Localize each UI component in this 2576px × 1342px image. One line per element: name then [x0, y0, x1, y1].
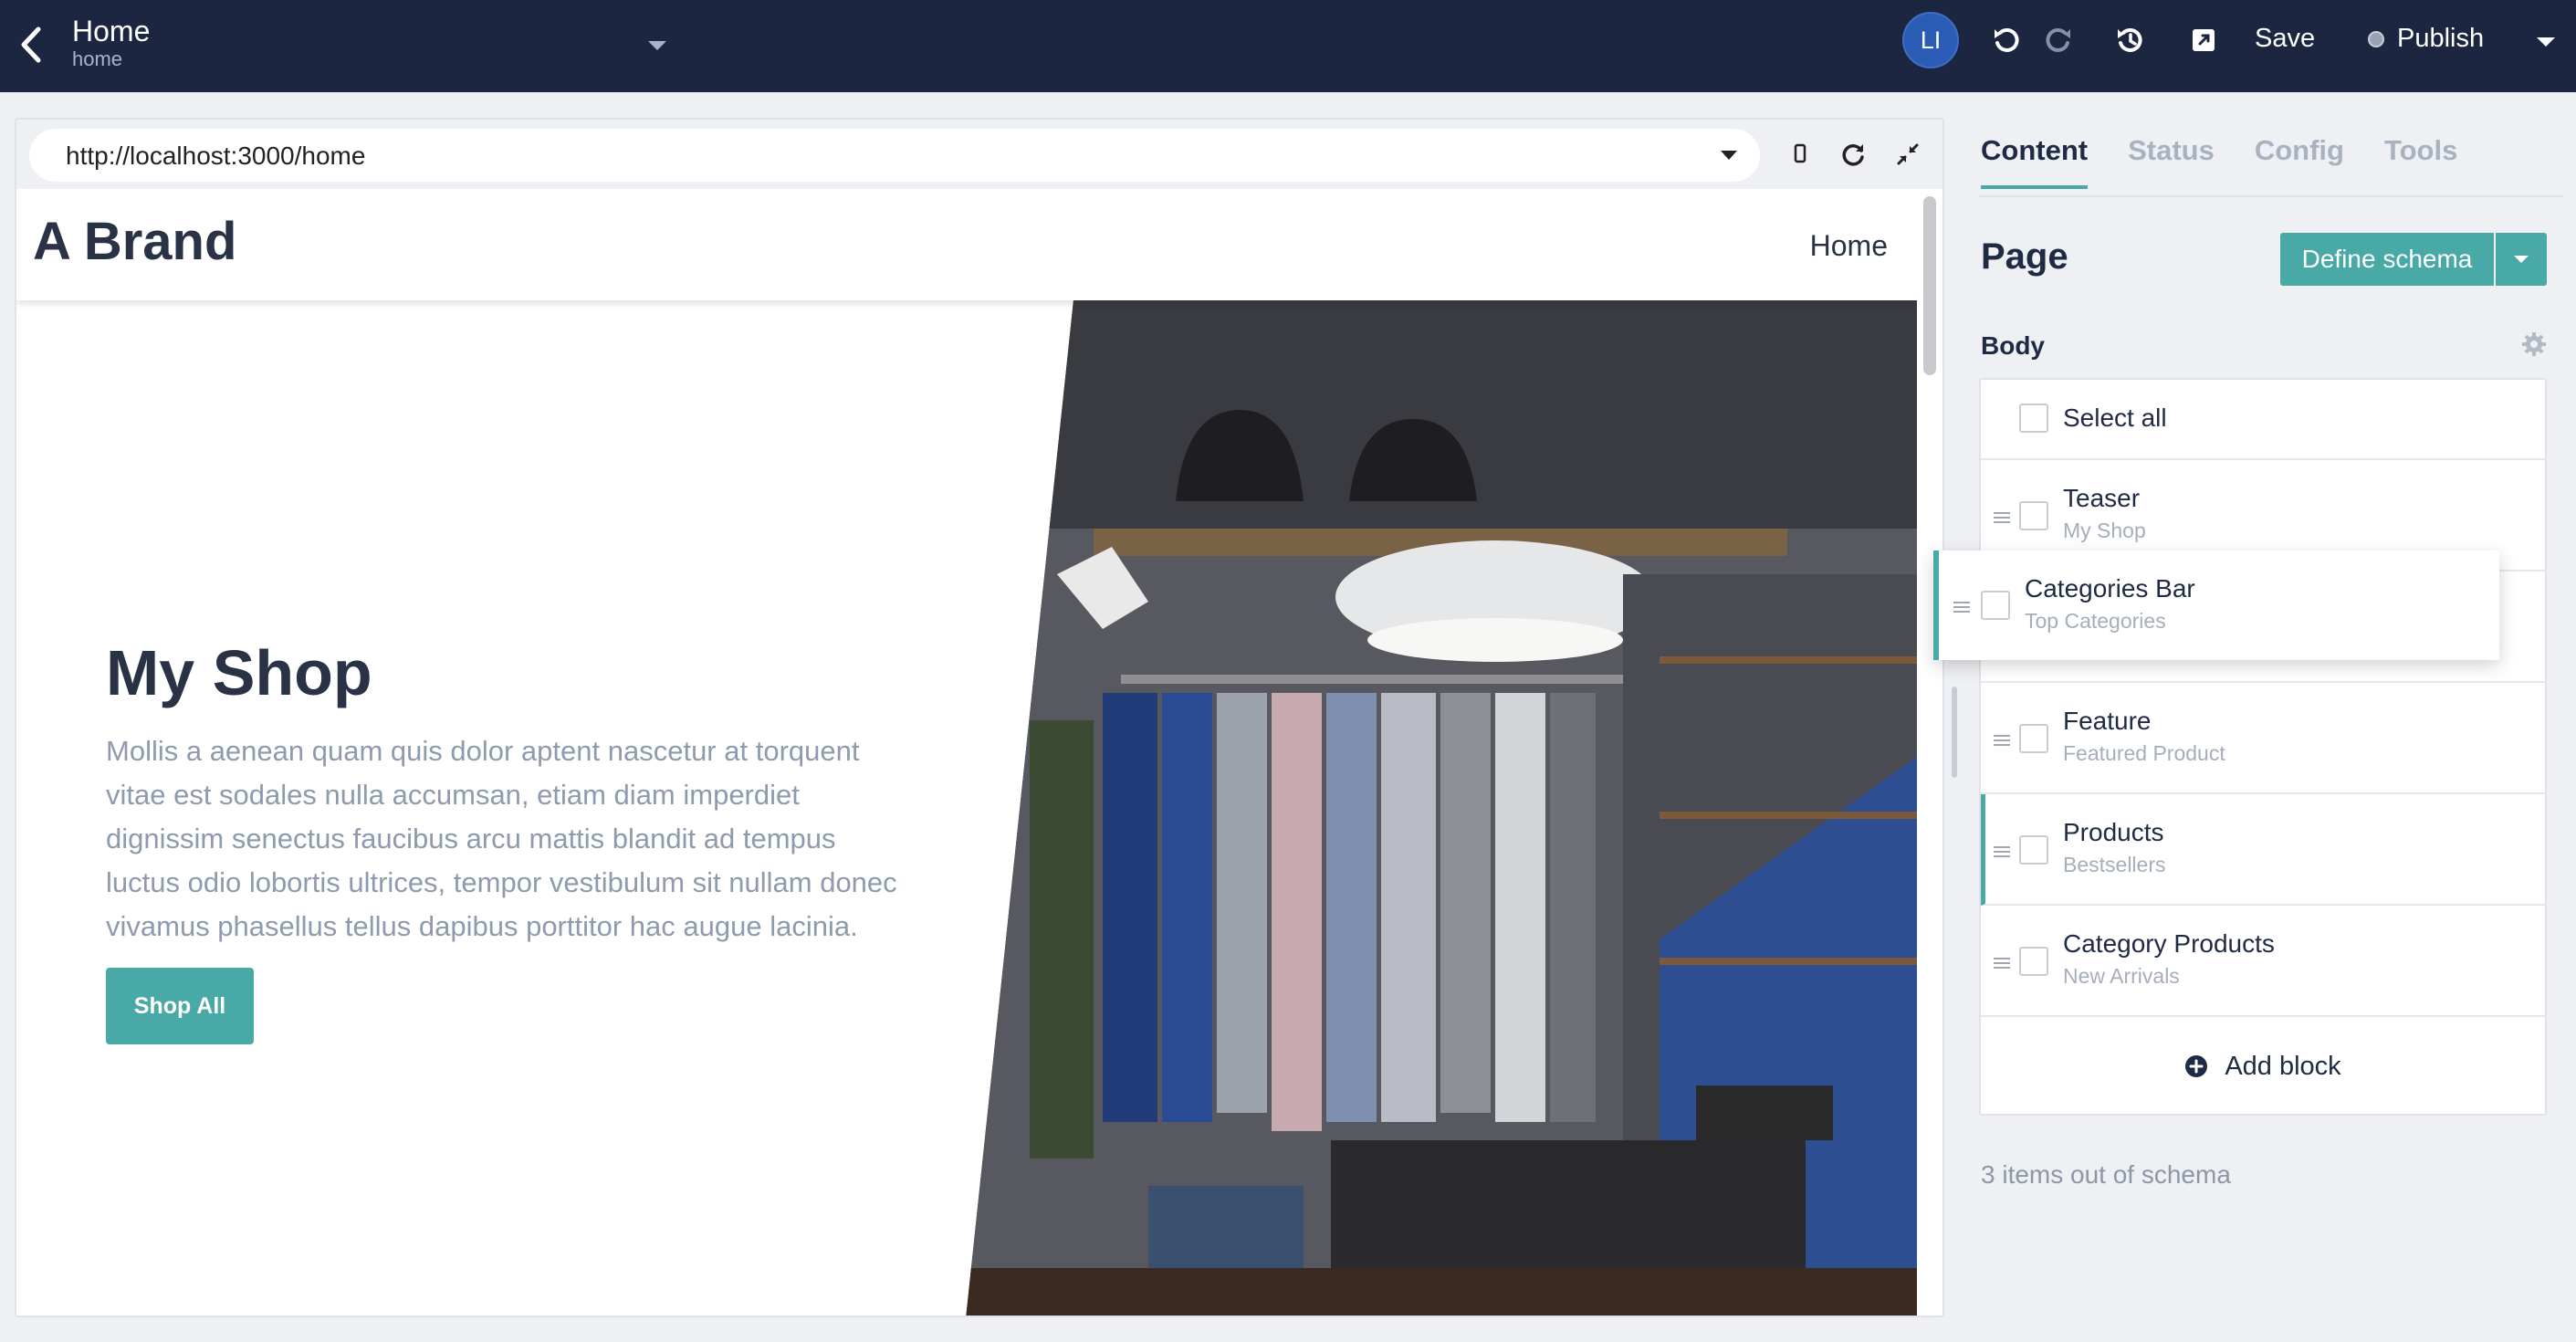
- block-label: Category Products: [2063, 929, 2275, 958]
- redo-icon[interactable]: [2040, 22, 2077, 58]
- tab-config[interactable]: Config: [2255, 134, 2344, 189]
- site-header: A Brand Home: [16, 189, 1917, 300]
- block-label: Categories Bar: [2025, 574, 2195, 603]
- select-all-row[interactable]: Select all: [1981, 380, 2545, 460]
- block-subtitle: Featured Product: [2063, 741, 2225, 765]
- page-slug: home: [72, 47, 123, 70]
- tabs-divider: [1979, 195, 2563, 197]
- mobile-icon[interactable]: [1782, 136, 1818, 173]
- add-block-label: Add block: [2225, 1051, 2341, 1081]
- back-icon[interactable]: [13, 24, 49, 66]
- scrollbar-thumb[interactable]: [1923, 196, 1936, 375]
- select-all-label: Select all: [2063, 404, 2167, 432]
- status-dot-icon: [2368, 30, 2384, 47]
- block-label: Teaser: [2063, 484, 2141, 512]
- tab-status[interactable]: Status: [2128, 134, 2215, 189]
- chevron-down-icon[interactable]: [2534, 33, 2558, 51]
- dragging-block[interactable]: Categories Bar Top Categories: [1933, 550, 2499, 660]
- site-preview: A Brand Home My Shop Mollis a aenean qua…: [16, 189, 1917, 1316]
- drag-handle-icon[interactable]: [1994, 734, 2010, 747]
- block-checkbox[interactable]: [2019, 835, 2048, 865]
- chevron-down-icon[interactable]: [644, 37, 670, 55]
- block-checkbox[interactable]: [2019, 501, 2048, 530]
- page-title: Home: [72, 15, 151, 47]
- save-button[interactable]: Save: [2255, 24, 2315, 54]
- panel-scrollbar[interactable]: [1952, 687, 1957, 778]
- hero-text: Mollis a aenean quam quis dolor aptent n…: [106, 735, 897, 942]
- block-list: Select all Teaser My Shop Feature Featur…: [1979, 378, 2547, 1116]
- history-icon[interactable]: [2112, 22, 2149, 58]
- top-bar: Home home LI Save Publish: [0, 0, 2576, 92]
- select-all-checkbox[interactable]: [2019, 404, 2048, 433]
- preview-frame: http://localhost:3000/home A Brand Home: [15, 118, 1944, 1317]
- preview-toolbar: http://localhost:3000/home: [16, 120, 1942, 189]
- gear-icon[interactable]: [2521, 331, 2547, 357]
- url-text: http://localhost:3000/home: [66, 142, 366, 170]
- refresh-icon[interactable]: [1835, 136, 1871, 173]
- site-brand[interactable]: A Brand: [33, 211, 236, 272]
- block-subtitle: Top Categories: [2025, 609, 2166, 633]
- drag-handle-icon[interactable]: [1953, 601, 1970, 613]
- block-subtitle: My Shop: [2063, 519, 2146, 542]
- hero-image: [966, 300, 1917, 1316]
- drag-handle-icon[interactable]: [1994, 511, 2010, 524]
- collapse-icon[interactable]: [1890, 136, 1926, 173]
- schema-status-note: 3 items out of schema: [1981, 1160, 2231, 1189]
- block-subtitle: Bestsellers: [2063, 853, 2166, 876]
- publish-label: Publish: [2397, 24, 2485, 53]
- drag-handle-icon[interactable]: [1994, 957, 2010, 970]
- block-checkbox[interactable]: [2019, 947, 2048, 976]
- publish-button[interactable]: Publish: [2368, 24, 2484, 54]
- block-checkbox[interactable]: [2019, 724, 2048, 753]
- define-schema-button[interactable]: Define schema: [2280, 233, 2494, 286]
- drag-handle-icon[interactable]: [1994, 845, 2010, 858]
- list-item[interactable]: Products Bestsellers: [1981, 794, 2545, 906]
- list-item[interactable]: Category Products New Arrivals: [1981, 906, 2545, 1017]
- list-item[interactable]: Feature Featured Product: [1981, 683, 2545, 794]
- block-label: Feature: [2063, 707, 2152, 735]
- chevron-down-icon[interactable]: [1718, 147, 1740, 163]
- undo-icon[interactable]: [1988, 22, 2025, 58]
- tab-tools[interactable]: Tools: [2384, 134, 2457, 189]
- tab-content[interactable]: Content: [1981, 134, 2089, 189]
- shop-all-button[interactable]: Shop All: [106, 968, 254, 1044]
- block-subtitle: New Arrivals: [2063, 964, 2180, 988]
- url-input[interactable]: http://localhost:3000/home: [29, 129, 1760, 182]
- panel-title: Page: [1981, 236, 2068, 277]
- avatar[interactable]: LI: [1902, 12, 1959, 68]
- body-label: Body: [1981, 331, 2045, 360]
- hero-title: My Shop: [106, 637, 372, 708]
- external-link-icon[interactable]: [2185, 22, 2222, 58]
- block-label: Products: [2063, 818, 2164, 846]
- preview-scrollbar[interactable]: [1917, 189, 1942, 1316]
- chevron-down-icon[interactable]: [2496, 233, 2547, 286]
- site-nav-home[interactable]: Home: [1810, 229, 1888, 263]
- panel-tabs: Content Status Config Tools: [1981, 134, 2497, 189]
- block-checkbox[interactable]: [1981, 591, 2010, 620]
- editor-panel: Content Status Config Tools Page Define …: [1963, 92, 2576, 1342]
- add-block-button[interactable]: Add block: [1981, 1019, 2545, 1114]
- plus-circle-icon: [2185, 1055, 2208, 1077]
